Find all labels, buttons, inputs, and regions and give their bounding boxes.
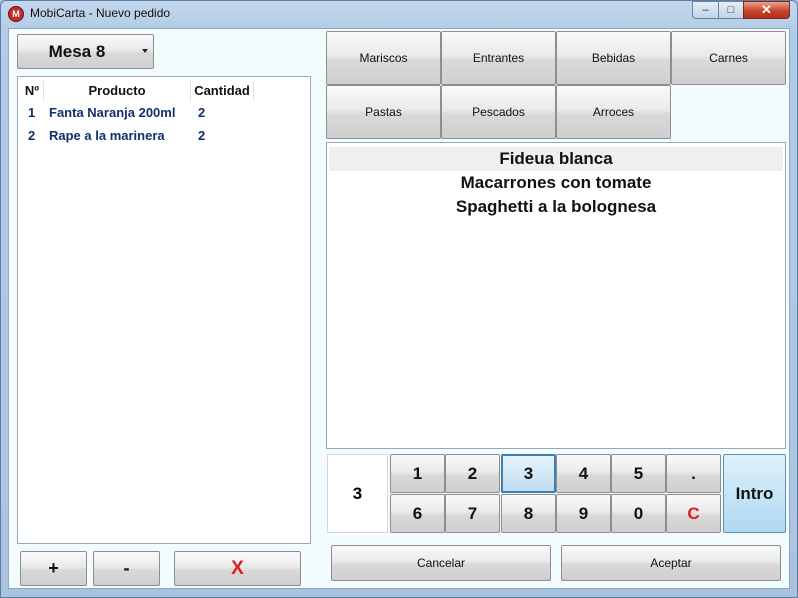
quantity-display: 3 [327,454,388,533]
category-carnes-button[interactable]: Carnes [671,31,786,85]
order-row-number: 2 [28,128,36,143]
accept-button[interactable]: Aceptar [561,545,781,581]
keypad-enter-button[interactable]: Intro [723,454,786,533]
category-bebidas-button[interactable]: Bebidas [556,31,671,85]
column-header-product[interactable]: Producto [44,81,191,101]
order-row-number: 1 [28,105,36,120]
order-row-product: Rape a la marinera [49,128,165,143]
order-row[interactable]: 1 Fanta Naranja 200ml 2 [21,101,307,124]
keypad-3-button[interactable]: 3 [501,454,556,493]
keypad-7-button[interactable]: 7 [445,494,500,533]
product-item[interactable]: Fideua blanca [329,147,783,171]
table-selector-dropdown[interactable]: Mesa 8 [17,34,154,69]
table-selector-value: Mesa 8 [48,41,106,61]
order-row-quantity: 2 [198,105,206,120]
delete-line-button[interactable]: X [174,551,301,586]
order-row-product: Fanta Naranja 200ml [49,105,176,120]
app-logo-icon: M [8,6,24,22]
cancel-button[interactable]: Cancelar [331,545,551,581]
keypad-6-button[interactable]: 6 [390,494,445,533]
category-mariscos-button[interactable]: Mariscos [326,31,441,85]
product-item[interactable]: Spaghetti a la bolognesa [329,195,783,219]
keypad-4-button[interactable]: 4 [556,454,611,493]
add-quantity-button[interactable]: + [20,551,87,586]
order-row[interactable]: 2 Rape a la marinera 2 [21,124,307,147]
maximize-button[interactable]: □ [718,1,744,19]
keypad-decimal-button[interactable]: . [666,454,721,493]
keypad-2-button[interactable]: 2 [445,454,500,493]
keypad-8-button[interactable]: 8 [501,494,556,533]
close-button[interactable]: ✕ [743,1,790,19]
title-bar[interactable]: M MobiCarta - Nuevo pedido ‒ □ ✕ [0,0,798,28]
category-pescados-button[interactable]: Pescados [441,85,556,139]
keypad-9-button[interactable]: 9 [556,494,611,533]
window-title: MobiCarta - Nuevo pedido [30,6,171,20]
keypad-1-button[interactable]: 1 [390,454,445,493]
keypad-5-button[interactable]: 5 [611,454,666,493]
chevron-down-icon [142,49,148,53]
category-arroces-button[interactable]: Arroces [556,85,671,139]
category-pastas-button[interactable]: Pastas [326,85,441,139]
category-entrantes-button[interactable]: Entrantes [441,31,556,85]
product-item[interactable]: Macarrones con tomate [329,171,783,195]
product-list[interactable]: Fideua blanca Macarrones con tomate Spag… [326,142,786,449]
minimize-button[interactable]: ‒ [692,1,719,19]
keypad-clear-button[interactable]: C [666,494,721,533]
remove-quantity-button[interactable]: - [93,551,160,586]
order-row-quantity: 2 [198,128,206,143]
order-grid[interactable]: Nº Producto Cantidad 1 Fanta Naranja 200… [17,76,311,544]
keypad-0-button[interactable]: 0 [611,494,666,533]
column-header-number[interactable]: Nº [21,81,44,101]
column-header-quantity[interactable]: Cantidad [191,81,254,101]
